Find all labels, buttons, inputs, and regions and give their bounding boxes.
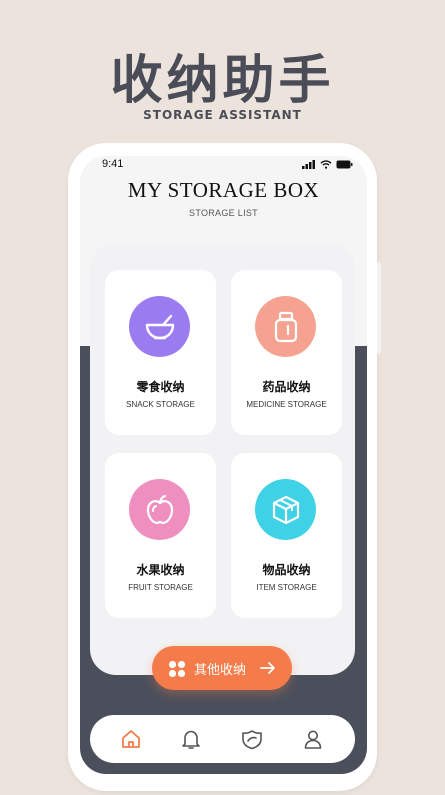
other-storage-button[interactable]: 其他收纳 bbox=[152, 646, 292, 690]
tab-profile[interactable] bbox=[298, 725, 328, 753]
apple-icon bbox=[129, 479, 190, 540]
card-subtitle: ITEM STORAGE bbox=[256, 583, 317, 592]
bottom-tab-bar bbox=[90, 715, 355, 763]
snack-storage-card[interactable]: 零食收纳 SNACK STORAGE bbox=[105, 270, 216, 435]
status-time: 9:41 bbox=[102, 158, 124, 170]
promo-subtitle: STORAGE ASSISTANT bbox=[143, 108, 302, 122]
other-storage-label: 其他收纳 bbox=[194, 663, 247, 678]
storage-card-panel: 零食收纳 SNACK STORAGE 药品收纳 MEDICINE STORAGE bbox=[90, 243, 355, 675]
item-storage-card[interactable]: 物品收纳 ITEM STORAGE bbox=[231, 453, 342, 618]
status-bar: 9:41 bbox=[80, 156, 367, 178]
card-subtitle: MEDICINE STORAGE bbox=[246, 400, 327, 409]
fruit-storage-card[interactable]: 水果收纳 FRUIT STORAGE bbox=[105, 453, 216, 618]
wifi-icon bbox=[320, 160, 332, 169]
card-subtitle: SNACK STORAGE bbox=[126, 400, 195, 409]
battery-icon bbox=[336, 160, 353, 169]
home-icon bbox=[122, 730, 140, 748]
phone-side-button bbox=[377, 262, 381, 354]
tab-security[interactable] bbox=[237, 725, 267, 753]
app-screen: 9:41 MY STORAGE BOX STORAGE LIST 零食收纳 SN… bbox=[80, 156, 367, 774]
medicine-storage-card[interactable]: 药品收纳 MEDICINE STORAGE bbox=[231, 270, 342, 435]
card-subtitle: FRUIT STORAGE bbox=[128, 583, 193, 592]
status-icons bbox=[302, 160, 353, 169]
signal-icon bbox=[302, 160, 315, 169]
user-icon bbox=[304, 730, 322, 749]
page-subtitle: STORAGE LIST bbox=[189, 208, 258, 218]
page-title: MY STORAGE BOX bbox=[127, 178, 320, 202]
tab-home[interactable] bbox=[116, 725, 146, 753]
bowl-icon bbox=[129, 296, 190, 357]
card-title: 水果收纳 bbox=[136, 563, 185, 577]
arrow-right-icon bbox=[260, 662, 275, 674]
card-title: 零食收纳 bbox=[136, 380, 185, 394]
grid-icon bbox=[168, 660, 186, 678]
shield-icon bbox=[242, 730, 262, 750]
card-title: 物品收纳 bbox=[262, 563, 311, 577]
box-icon bbox=[255, 479, 316, 540]
promo-title: 收纳助手 bbox=[110, 51, 335, 111]
medicine-jar-icon bbox=[255, 296, 316, 357]
tab-notifications[interactable] bbox=[176, 725, 206, 753]
bell-icon bbox=[182, 730, 200, 749]
card-title: 药品收纳 bbox=[262, 380, 311, 394]
